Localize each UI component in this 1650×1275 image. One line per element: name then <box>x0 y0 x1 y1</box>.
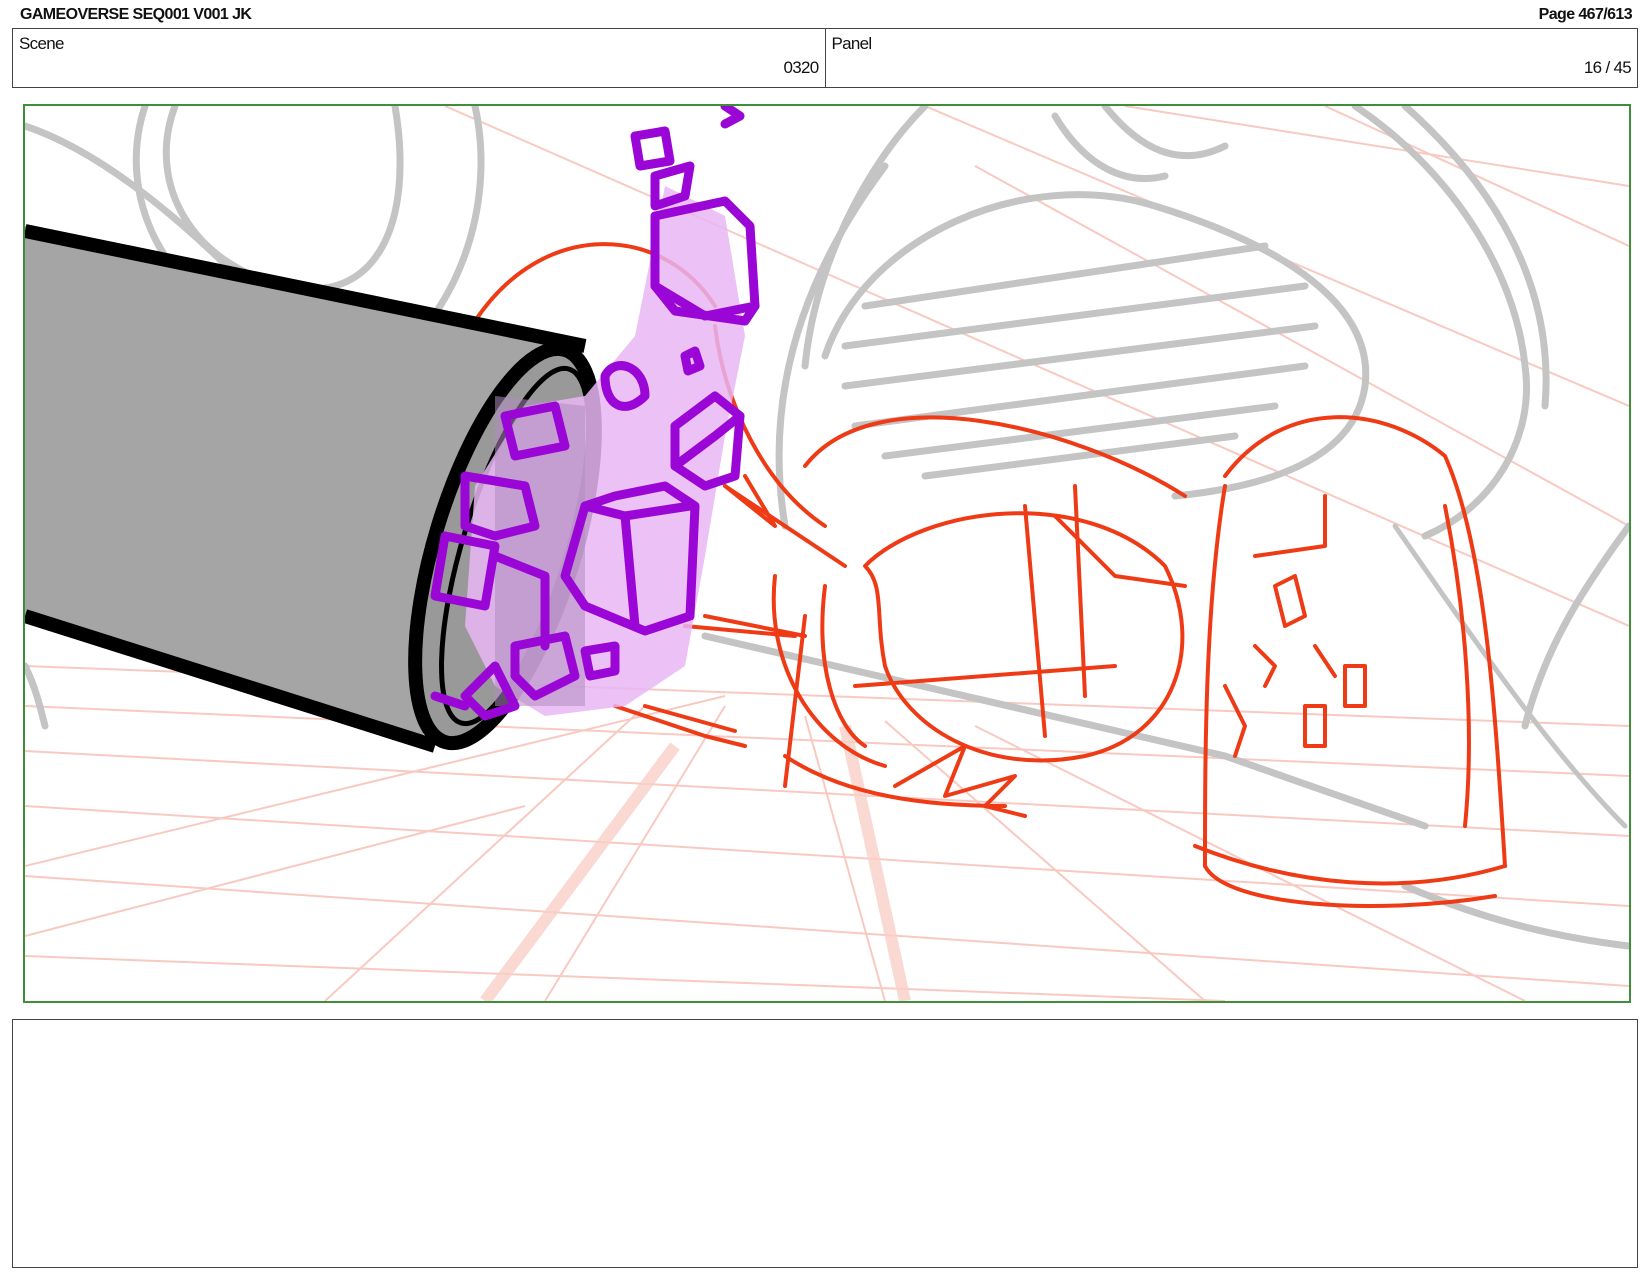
panel-number: 16 / 45 <box>1583 58 1632 77</box>
storyboard-sketch <box>25 106 1629 1001</box>
scene-cell: Scene 0320 <box>13 29 825 87</box>
document-title: GAMEOVERSE SEQ001 V001 JK <box>20 6 252 23</box>
page-number: Page 467/613 <box>1538 6 1633 23</box>
panel-notes-area[interactable] <box>12 1019 1638 1268</box>
scene-panel-info: Scene 0320 Panel 16 / 45 <box>12 28 1638 88</box>
panel-label: Panel <box>831 34 873 53</box>
scene-number: 0320 <box>783 58 819 77</box>
panel-cell: Panel 16 / 45 <box>824 29 1638 87</box>
scene-label: Scene <box>19 34 64 53</box>
storyboard-frame <box>23 104 1631 1003</box>
